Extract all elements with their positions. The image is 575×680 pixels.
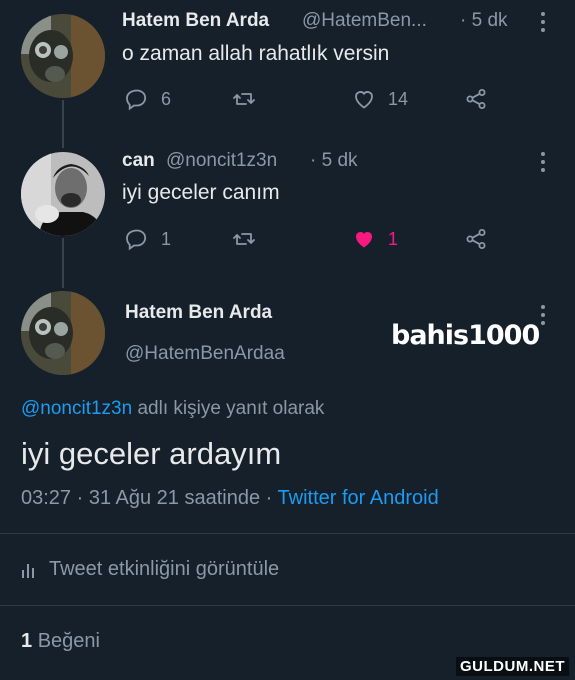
author-handle[interactable]: @noncit1z3n bbox=[166, 150, 277, 172]
reply-context-label: adlı kişiye yanıt olarak bbox=[137, 398, 325, 419]
likes-count: 1 bbox=[21, 630, 33, 652]
share-icon bbox=[466, 89, 486, 109]
thread-line bbox=[62, 100, 64, 148]
tweet-activity-link[interactable]: Tweet etkinliğini görüntüle bbox=[21, 558, 279, 581]
author-name[interactable]: Hatem Ben Arda bbox=[122, 10, 269, 32]
like-button[interactable]: 1 bbox=[352, 227, 398, 251]
reply-count: 1 bbox=[161, 228, 172, 249]
author-name[interactable]: can bbox=[122, 150, 155, 172]
reply-count: 6 bbox=[161, 88, 172, 109]
tweet-client[interactable]: Twitter for Android bbox=[278, 487, 439, 509]
like-count: 14 bbox=[388, 88, 409, 109]
divider bbox=[0, 533, 575, 534]
reply-button[interactable]: 6 bbox=[125, 87, 171, 111]
reply-icon bbox=[126, 89, 147, 111]
author-handle[interactable]: @HatemBen... bbox=[302, 10, 427, 32]
analytics-icon bbox=[22, 563, 34, 578]
tweet-text: o zaman allah rahatlık versin bbox=[122, 42, 390, 65]
tweet-timestamp[interactable]: 03:27 · 31 Ağu 21 saatinde · bbox=[21, 487, 272, 509]
reply-icon bbox=[126, 229, 147, 251]
avatar[interactable] bbox=[21, 152, 105, 236]
heart-filled-icon bbox=[356, 232, 372, 248]
retweet-icon bbox=[233, 93, 255, 105]
retweet-icon bbox=[233, 233, 255, 245]
reply-to-link[interactable]: @noncit1z3n bbox=[21, 398, 132, 419]
heart-icon bbox=[355, 91, 373, 109]
share-icon bbox=[466, 229, 486, 249]
share-button[interactable] bbox=[464, 227, 488, 251]
tweet-activity-label: Tweet etkinliğini görüntüle bbox=[49, 558, 280, 580]
reply-button[interactable]: 1 bbox=[125, 227, 171, 251]
site-watermark: GULDUM.NET bbox=[456, 657, 569, 676]
thread-line bbox=[62, 238, 64, 288]
avatar[interactable] bbox=[21, 14, 105, 98]
retweet-button[interactable] bbox=[232, 87, 256, 111]
author-name[interactable]: Hatem Ben Arda bbox=[125, 302, 272, 324]
more-options-icon[interactable] bbox=[541, 152, 545, 176]
more-options-icon[interactable] bbox=[541, 305, 545, 329]
retweet-button[interactable] bbox=[232, 227, 256, 251]
watermark-logo: bahis1000 bbox=[391, 320, 540, 351]
divider bbox=[0, 605, 575, 606]
avatar[interactable] bbox=[21, 291, 105, 375]
tweet-metadata: 03:27 · 31 Ağu 21 saatinde · Twitter for… bbox=[21, 487, 439, 510]
likes-summary[interactable]: 1 Beğeni bbox=[21, 630, 100, 653]
tweet-time[interactable]: · 5 dk bbox=[460, 10, 508, 32]
like-button[interactable]: 14 bbox=[352, 87, 408, 111]
tweet-time[interactable]: · 5 dk bbox=[310, 150, 358, 172]
share-button[interactable] bbox=[464, 87, 488, 111]
more-options-icon[interactable] bbox=[541, 12, 545, 36]
author-handle[interactable]: @HatemBenArdaa bbox=[125, 343, 285, 365]
tweet-text: iyi geceler canım bbox=[122, 181, 280, 204]
tweet-text: iyi geceler ardayım bbox=[21, 436, 282, 471]
likes-label: Beğeni bbox=[37, 630, 100, 652]
like-count: 1 bbox=[388, 228, 399, 249]
reply-context: @noncit1z3n adlı kişiye yanıt olarak bbox=[21, 398, 324, 420]
